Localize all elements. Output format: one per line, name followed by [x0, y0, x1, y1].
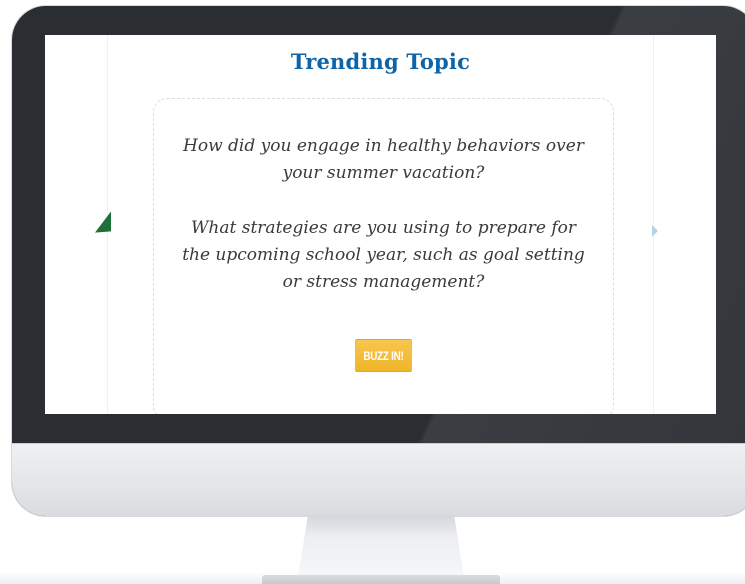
- monitor-screen: Trending Topic How did you engage in hea…: [45, 35, 716, 414]
- monitor-chin: [12, 443, 745, 516]
- topic-question-1: How did you engage in healthy behaviors …: [183, 136, 584, 183]
- chevron-right-icon[interactable]: [652, 225, 658, 237]
- topic-question-2: What strategies are you using to prepare…: [182, 218, 585, 292]
- buzz-in-button[interactable]: BUZZ IN!: [355, 339, 412, 372]
- page-title: Trending Topic: [290, 49, 471, 74]
- chevron-left-icon[interactable]: [95, 211, 111, 243]
- monitor-stand-neck: [298, 515, 464, 577]
- monitor-mockup: Trending Topic How did you engage in hea…: [0, 0, 745, 584]
- topic-card: How did you engage in healthy behaviors …: [153, 98, 614, 414]
- monitor-stand-base: [262, 575, 500, 584]
